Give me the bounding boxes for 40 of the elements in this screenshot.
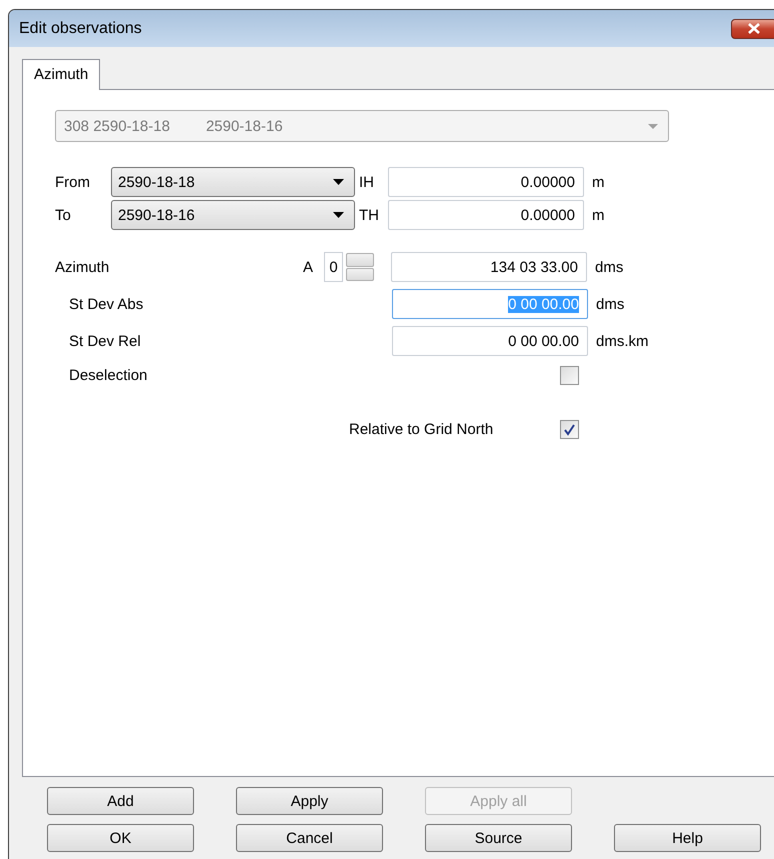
dialog-button[interactable]: Cancel (236, 824, 383, 852)
dialog-button[interactable]: Add (47, 787, 194, 815)
caret-icon (333, 179, 344, 185)
unit-label: dms.km (596, 332, 648, 350)
height-label: TH (359, 206, 380, 224)
tab[interactable]: Azimuth (22, 59, 100, 90)
unit-label: m (592, 174, 604, 190)
unit-label: dms (595, 258, 624, 276)
checkbox[interactable] (560, 366, 579, 385)
field-label: Azimuth (55, 258, 110, 276)
spin-field[interactable]: 0 (324, 252, 343, 282)
dialog-button[interactable]: Source (425, 824, 572, 852)
field-label: St Dev Rel (68, 332, 142, 350)
dialog-button[interactable]: OK (47, 824, 194, 852)
unit-label: m (592, 206, 604, 224)
checkbox[interactable] (560, 420, 579, 439)
station-dropdown[interactable]: 2590-18-16 (111, 200, 355, 230)
station-label: From (55, 174, 91, 190)
station-dropdown[interactable]: 2590-18-18 (111, 167, 355, 197)
dropdown-value: 2590-18-16 (206, 118, 283, 134)
dialog-button[interactable]: Help (614, 824, 761, 852)
input-field[interactable]: 0.00000 (388, 200, 584, 230)
checkbox-label: Deselection (68, 367, 148, 384)
unit-label: dms (596, 296, 624, 312)
field-label: St Dev Abs (68, 296, 144, 312)
station-label: To (55, 206, 72, 224)
input-field[interactable]: 0 00 00.00 (392, 326, 588, 356)
height-label: IH (359, 174, 375, 190)
caret-icon (648, 124, 658, 128)
close-icon (748, 23, 760, 34)
input-field[interactable]: 0.00000 (388, 167, 584, 197)
checkbox-label: Relative to Grid North (349, 421, 494, 438)
check-icon (563, 423, 576, 436)
caret-icon (333, 212, 344, 218)
dialog-button[interactable]: Apply (236, 787, 383, 815)
close-button[interactable] (731, 18, 774, 38)
dropdown-value: 308 2590-18-18 (64, 118, 170, 134)
field-label: A (303, 258, 314, 276)
window-title: Edit observations (19, 20, 142, 38)
input-field[interactable]: 134 03 33.00 (391, 252, 587, 282)
